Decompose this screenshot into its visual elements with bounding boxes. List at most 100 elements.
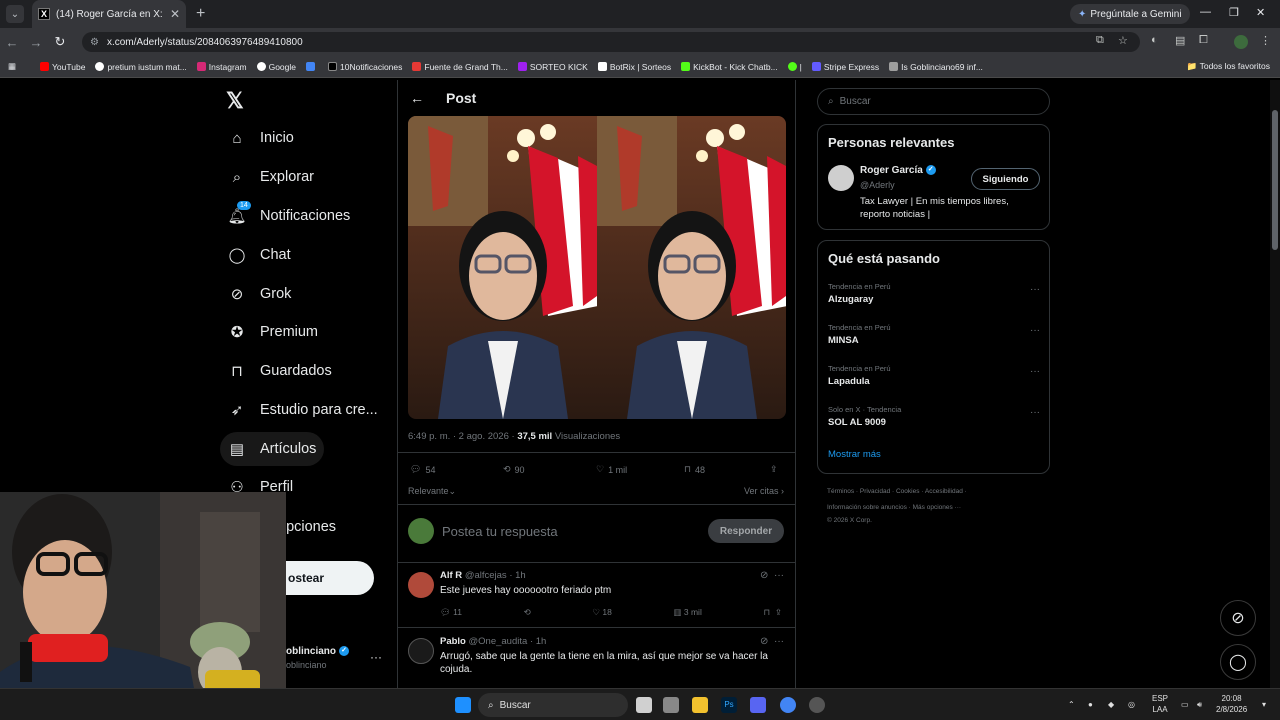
close-tab-icon[interactable]: ✕ <box>170 7 180 21</box>
bookmark-youtube[interactable]: YouTube <box>40 62 85 72</box>
back-button[interactable]: ← <box>0 35 24 50</box>
following-button[interactable]: Siguiendo <box>971 168 1040 190</box>
more-icon[interactable]: ··· <box>774 570 784 581</box>
forward-button[interactable]: → <box>24 35 48 50</box>
site-info-icon[interactable]: ⚙ <box>90 37 99 48</box>
trend-item[interactable]: Tendencia en Perú MINSA ··· <box>828 323 1040 346</box>
nav-item-articulos[interactable]: ▤ Artículos <box>220 432 325 466</box>
account-name[interactable]: oblinciano ✓ <box>286 646 349 657</box>
nav-item-guardados[interactable]: ⊓ Guardados <box>220 354 340 388</box>
gemini-button[interactable]: ✦ Pregúntale a Gemini <box>1070 4 1190 24</box>
more-icon[interactable]: ··· <box>1030 366 1040 377</box>
bookmark-fuente[interactable]: Fuente de Grand Th... <box>412 62 508 72</box>
more-icon[interactable]: ··· <box>1030 284 1040 295</box>
reply-input[interactable]: Postea tu respuesta <box>442 524 708 539</box>
tray-app-icon[interactable]: ◎ <box>1128 699 1135 710</box>
footer-links[interactable]: Términos · Privacidad · Cookies · Accesi… <box>827 488 967 495</box>
more-icon[interactable]: ··· <box>1030 325 1040 336</box>
tab-search-button[interactable]: ⌄ <box>6 5 24 23</box>
bookmark-kickbot[interactable]: KickBot - Kick Chatb... <box>681 62 778 72</box>
tray-app-icon[interactable]: ◆ <box>1108 699 1114 710</box>
bookmark-pinwheel[interactable] <box>306 62 318 71</box>
browser-menu-icon[interactable]: ⋮ <box>1260 34 1271 47</box>
bookmark-google[interactable]: Google <box>256 62 296 72</box>
comment-item[interactable]: Pablo @One_audita · 1h ⊘ ··· Arrugó, sab… <box>408 636 786 686</box>
apps-icon[interactable]: ▦ <box>8 61 16 72</box>
extension-icon[interactable]: ◐ <box>1151 34 1158 46</box>
taskbar-search[interactable]: ⌕ Buscar <box>478 693 628 717</box>
address-bar[interactable]: ⚙ x.com/Aderly/status/208406397648941080… <box>82 32 1140 52</box>
extensions-puzzle-icon[interactable]: ⧠ <box>1199 34 1208 47</box>
views-action[interactable]: ▥ 3 mil <box>673 607 701 618</box>
network-icon[interactable]: ▭ <box>1181 699 1189 710</box>
nav-item-chat[interactable]: ◯ Chat <box>220 238 299 272</box>
bookmark-instagram[interactable]: Instagram <box>196 62 247 72</box>
scroll-thumb[interactable] <box>1272 110 1278 250</box>
more-icon[interactable]: ··· <box>1030 407 1040 418</box>
volume-icon[interactable]: 🔊︎ <box>1197 699 1202 710</box>
nav-item-explorar[interactable]: ⌕ Explorar <box>220 160 322 194</box>
bookmark-action[interactable]: ⊓ ⇪ <box>763 607 781 618</box>
trend-item[interactable]: Tendencia en Perú Alzugaray ··· <box>828 282 1040 305</box>
restore-button[interactable]: ❐ <box>1229 6 1239 19</box>
all-bookmarks[interactable]: 📁 Todos los favoritos <box>1187 61 1270 72</box>
nav-item-estudio[interactable]: ➶ Estudio para cre... <box>220 393 386 427</box>
like-action[interactable]: ♡ 18 <box>592 607 611 618</box>
like-action[interactable]: ♡ 1 mil <box>596 464 684 475</box>
minimize-button[interactable]: — <box>1200 6 1211 18</box>
share-action[interactable]: ⇪ <box>770 464 778 475</box>
grok-icon[interactable]: ⊘ <box>760 570 768 581</box>
file-explorer-icon[interactable] <box>692 697 708 713</box>
grok-icon[interactable]: ⊘ <box>760 636 768 647</box>
bookmark-botrix[interactable]: BotRix | Sorteos <box>597 62 671 72</box>
windows-start-icon[interactable] <box>455 697 471 713</box>
page-scrollbar[interactable] <box>1270 80 1280 688</box>
trend-item[interactable]: Solo en X · Tendencia SOL AL 9009 ··· <box>828 405 1040 428</box>
nav-item-grok[interactable]: ⊘ Grok <box>220 277 299 311</box>
nav-item-inicio[interactable]: ⌂ Inicio <box>220 121 302 155</box>
comment-item[interactable]: Alf R @alfcejas · 1h ⊘ ··· Este jueves h… <box>408 570 786 620</box>
notification-icon[interactable]: ▾ <box>1262 699 1266 710</box>
tray-app-icon[interactable]: ● <box>1088 699 1093 710</box>
footer-links[interactable]: Información sobre anuncios · Más opcione… <box>827 504 961 511</box>
more-icon[interactable]: ··· <box>774 636 784 647</box>
post-button[interactable]: ostear <box>286 561 374 595</box>
reload-button[interactable]: ↻ <box>48 34 72 50</box>
repost-action[interactable]: ⟲ <box>524 607 531 618</box>
grok-fab-icon[interactable]: ⊘ <box>1220 600 1256 636</box>
app-icon[interactable] <box>663 697 679 713</box>
nav-item-premium[interactable]: ✪ Premium <box>220 315 326 349</box>
person-name[interactable]: Roger García ✓ <box>860 165 936 176</box>
photoshop-icon[interactable]: Ps <box>721 697 737 713</box>
bookmark-sorteo-kick[interactable]: SORTEO KICK <box>517 62 588 72</box>
post-media[interactable] <box>408 116 786 419</box>
discord-icon[interactable] <box>750 697 766 713</box>
avatar[interactable] <box>828 165 854 191</box>
clock[interactable]: 20:08 2/8/2026 <box>1216 693 1247 715</box>
nav-item-notificaciones[interactable]: 🔔︎ 14 Notificaciones <box>220 199 358 233</box>
app-icon[interactable] <box>809 697 825 713</box>
sort-dropdown[interactable]: Relevante⌄ <box>408 486 456 497</box>
quotes-link[interactable]: Ver citas › <box>744 486 784 497</box>
bookmark-action[interactable]: ⊓ 48 <box>684 464 770 475</box>
x-logo-icon[interactable]: 𝕏 <box>226 88 244 114</box>
tray-chevron-icon[interactable]: ⌃ <box>1068 699 1075 710</box>
media-icon[interactable]: ▤ <box>1175 34 1185 47</box>
install-app-icon[interactable]: ⧉ <box>1096 34 1104 47</box>
browser-tab[interactable]: X (14) Roger García en X: "🇵🇪 #LC ✕ <box>32 0 186 28</box>
reply-button[interactable]: Responder <box>708 519 784 543</box>
close-window-button[interactable]: ✕ <box>1256 6 1265 19</box>
bookmark-stripe[interactable]: Stripe Express <box>811 62 879 72</box>
back-arrow-icon[interactable]: ← <box>410 90 424 106</box>
trend-item[interactable]: Tendencia en Perú Lapadula ··· <box>828 364 1040 387</box>
chrome-icon[interactable] <box>780 697 796 713</box>
repost-action[interactable]: ⟲ 90 <box>503 464 596 475</box>
bookmark-10notificaciones[interactable]: 10Notificaciones <box>328 62 402 72</box>
reply-action[interactable]: 💬︎ 11 <box>440 607 462 618</box>
chat-fab-icon[interactable]: ◯ <box>1220 644 1256 680</box>
bookmark-pretium[interactable]: pretium iustum mat... <box>95 62 187 72</box>
bookmark-star-icon[interactable]: ☆ <box>1118 34 1128 47</box>
bookmark-goblinciano[interactable]: Is Goblinciano69 inf... <box>889 62 983 72</box>
reply-action[interactable]: 💬︎ 54 <box>410 464 503 475</box>
bookmark-green[interactable]: | <box>787 62 802 72</box>
